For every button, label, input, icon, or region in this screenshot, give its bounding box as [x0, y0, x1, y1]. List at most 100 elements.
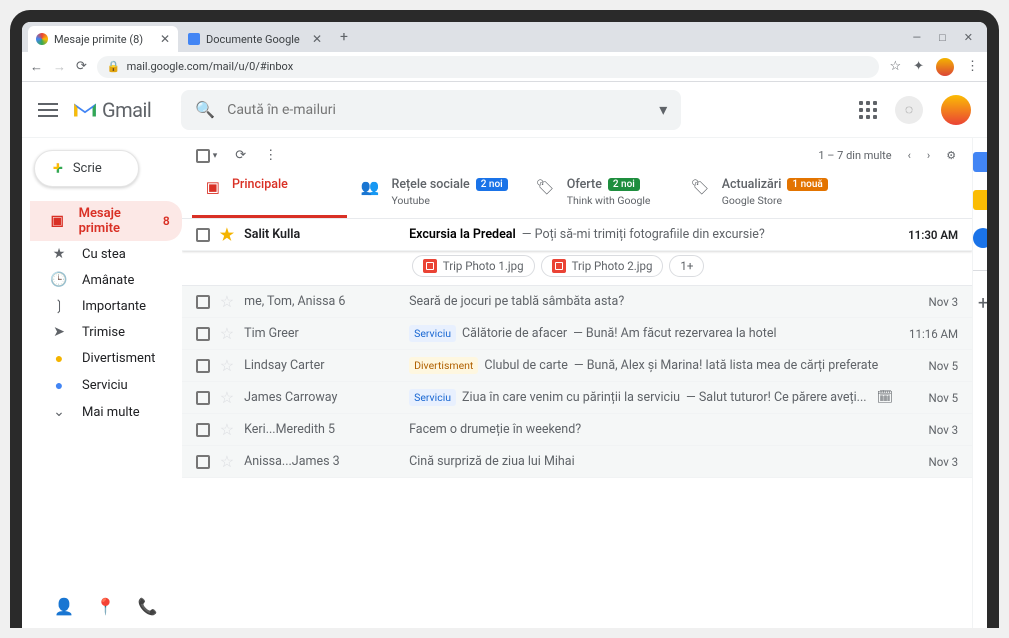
favicon-docs	[188, 33, 200, 45]
window-controls: — □ ✕	[913, 31, 981, 44]
star-icon[interactable]: ☆	[220, 324, 234, 343]
maximize-icon[interactable]: □	[939, 31, 946, 44]
folder-icon: ⌄	[50, 404, 68, 420]
email-row[interactable]: ☆Anissa...James 3Cină surpriză de ziua l…	[182, 446, 972, 478]
minimize-icon[interactable]: —	[913, 31, 922, 44]
address-bar[interactable]: 🔒 mail.google.com/mail/u/0/#inbox	[97, 56, 880, 78]
url-text: mail.google.com/mail/u/0/#inbox	[127, 60, 294, 73]
calendar-icon[interactable]	[973, 152, 993, 172]
mail-date: Nov 3	[903, 455, 958, 469]
star-icon[interactable]: ☆	[220, 356, 234, 375]
category-tab-actualizări[interactable]: 🏷Actualizări1 nouăGoogle Store	[677, 167, 842, 218]
reload-icon[interactable]: ⟳	[76, 59, 87, 74]
refresh-icon[interactable]: ⟳	[235, 148, 246, 163]
mail-date: Nov 5	[903, 391, 958, 405]
sidebar-item-cu-stea[interactable]: ★Cu stea	[30, 241, 182, 267]
attachment-name: 1+	[680, 259, 693, 273]
sidebar-item-divertisment[interactable]: ●Divertisment	[30, 345, 182, 372]
star-icon[interactable]: ☆	[220, 292, 234, 311]
star-icon[interactable]: ☆	[220, 452, 234, 471]
mail-sender: me, Tom, Anissa 6	[244, 294, 399, 309]
email-row[interactable]: ☆Keri...Meredith 5Facem o drumeție în we…	[182, 414, 972, 446]
attachment-name: Trip Photo 2.jpg	[572, 259, 653, 273]
settings-icon[interactable]: ⚙	[946, 149, 956, 162]
close-icon[interactable]: ✕	[312, 32, 322, 46]
add-addon-icon[interactable]: +	[978, 293, 988, 314]
sidebar-item-mesaje-primite[interactable]: ▣Mesaje primite8	[30, 201, 182, 241]
apps-icon[interactable]	[859, 101, 877, 119]
sidebar-item-serviciu[interactable]: ●Serviciu	[30, 372, 182, 399]
pagination-range: 1 – 7 din multe	[818, 149, 891, 162]
tasks-icon[interactable]	[973, 228, 993, 248]
attachment-chip[interactable]: Trip Photo 1.jpg	[412, 255, 535, 277]
row-checkbox[interactable]	[196, 327, 210, 341]
mail-subject: Excursia la Predeal	[409, 227, 516, 242]
profile-avatar[interactable]	[936, 58, 954, 76]
star-icon[interactable]: ☆	[220, 420, 234, 439]
mail-sender: James Carroway	[244, 390, 399, 405]
category-icon: ▣	[206, 178, 220, 196]
attachment-chip[interactable]: Trip Photo 2.jpg	[541, 255, 664, 277]
email-row[interactable]: ☆James CarrowayServiciuZiua în care veni…	[182, 382, 972, 414]
mail-sender: Salit Kulla	[244, 227, 399, 242]
close-window-icon[interactable]: ✕	[964, 31, 973, 44]
row-checkbox[interactable]	[196, 359, 210, 373]
compose-button[interactable]: + Scrie	[34, 150, 139, 187]
sidebar-item-trimise[interactable]: ➤Trimise	[30, 319, 182, 345]
new-tab-button[interactable]: +	[332, 25, 356, 49]
forward-icon[interactable]: →	[53, 59, 66, 75]
sidebar-item-importante[interactable]: ❳Importante	[30, 293, 182, 319]
plus-icon: +	[53, 162, 63, 176]
attachment-chip[interactable]: 1+	[669, 255, 704, 277]
compose-label: Scrie	[73, 161, 102, 176]
category-tabs: ▣Principale👥Rețele sociale2 noiYoutube🏷O…	[182, 167, 972, 219]
row-checkbox[interactable]	[196, 295, 210, 309]
image-icon	[423, 259, 437, 273]
star-icon[interactable]: ☆	[220, 388, 234, 407]
main-panel: ▾ ⟳ ⋮ 1 – 7 din multe ‹ › ⚙ ▣Principale👥…	[182, 138, 972, 628]
select-all[interactable]: ▾	[196, 149, 218, 163]
row-checkbox[interactable]	[196, 455, 210, 469]
email-row[interactable]: ☆Tim GreerServiciuCălătorie de afacer — …	[182, 318, 972, 350]
sidebar-item-amânate[interactable]: 🕒Amânate	[30, 267, 182, 293]
search-options-icon[interactable]: ▾	[659, 100, 667, 119]
star-icon[interactable]: ★	[220, 225, 234, 244]
account-avatar[interactable]	[941, 95, 971, 125]
category-tab-rețele-sociale[interactable]: 👥Rețele sociale2 noiYoutube	[347, 167, 522, 218]
star-icon[interactable]: ☆	[889, 59, 901, 74]
mail-label: Divertisment	[409, 357, 478, 374]
category-label: Actualizări	[722, 177, 782, 192]
more-icon[interactable]: ⋮	[264, 148, 277, 163]
category-badge: 2 noi	[608, 178, 640, 191]
close-icon[interactable]: ✕	[160, 32, 170, 46]
search-input[interactable]	[227, 102, 647, 118]
search-box[interactable]: 🔍 ▾	[181, 90, 681, 130]
extension-icon[interactable]: ✦	[913, 59, 924, 74]
next-page-icon[interactable]: ›	[927, 149, 930, 162]
mail-date: Nov 3	[903, 423, 958, 437]
search-icon: 🔍	[195, 100, 215, 119]
notifications-icon[interactable]: ◌	[895, 96, 923, 124]
category-tab-oferte[interactable]: 🏷Oferte2 noiThink with Google	[522, 167, 677, 218]
person-icon[interactable]: 👤	[54, 597, 74, 616]
prev-page-icon[interactable]: ‹	[908, 149, 911, 162]
image-icon	[552, 259, 566, 273]
browser-tab[interactable]: Documente Google ✕	[180, 26, 330, 52]
keep-icon[interactable]	[973, 190, 993, 210]
sidebar-item-mai-multe[interactable]: ⌄Mai multe	[30, 399, 182, 425]
folder-icon: ★	[50, 246, 68, 262]
row-checkbox[interactable]	[196, 391, 210, 405]
email-row[interactable]: ☆Lindsay CarterDivertismentClubul de car…	[182, 350, 972, 382]
browser-tab-active[interactable]: Mesaje primite (8) ✕	[28, 26, 178, 52]
hangouts-icon[interactable]: 📍	[96, 597, 116, 616]
category-tab-principale[interactable]: ▣Principale	[192, 167, 347, 218]
row-checkbox[interactable]	[196, 423, 210, 437]
phone-icon[interactable]: 📞	[138, 597, 158, 616]
email-row[interactable]: ☆me, Tom, Anissa 6Seară de jocuri pe tab…	[182, 286, 972, 318]
row-checkbox[interactable]	[196, 228, 210, 242]
kebab-icon[interactable]: ⋮	[966, 59, 979, 74]
side-panel: +	[972, 138, 993, 628]
email-row[interactable]: ★Salit KullaExcursia la Predeal — Poți s…	[182, 219, 972, 251]
back-icon[interactable]: ←	[30, 59, 43, 75]
menu-icon[interactable]	[38, 103, 58, 117]
